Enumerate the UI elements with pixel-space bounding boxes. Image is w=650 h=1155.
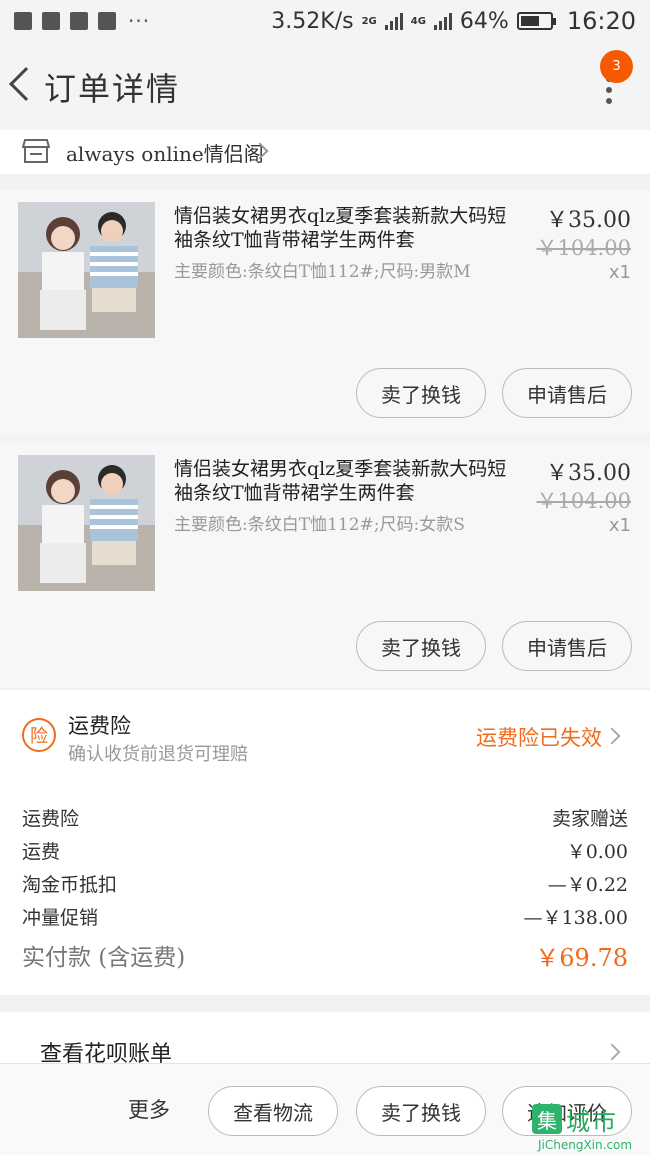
product-price: ￥35.00 xyxy=(546,208,631,233)
battery-percent: 64% xyxy=(459,8,509,34)
product-price: ￥35.00 xyxy=(546,461,631,486)
chevron-right-icon xyxy=(603,1043,621,1061)
clock: 16:20 xyxy=(566,7,636,35)
sell-button[interactable]: 卖了换钱 xyxy=(356,368,486,418)
shop-link[interactable]: always online情侣阁 xyxy=(0,130,650,174)
order-item[interactable]: 情侣装女裙男衣qlz夏季套装新款大码短袖条纹T恤背带裙学生两件套 主要颜色:条纹… xyxy=(0,443,650,688)
message-count-badge: 3 xyxy=(600,50,633,83)
summary-label: 淘金币抵扣 xyxy=(22,874,118,896)
watermark-url: JiChengXin.com xyxy=(538,1138,633,1152)
summary-row: 运费险 卖家赠送 xyxy=(22,804,628,836)
quantity: x1 xyxy=(608,262,631,283)
site-watermark: 集 城市 JiChengXin.com xyxy=(530,1104,648,1154)
watermark-text: 城市 xyxy=(566,1108,618,1136)
app-notification-icon xyxy=(70,12,88,30)
order-item[interactable]: 情侣装女裙男衣qlz夏季套装新款大码短袖条纹T恤背带裙学生两件套 主要颜色:条纹… xyxy=(0,190,650,435)
total-paid-row: 实付款 (含运费) ￥69.78 xyxy=(22,938,628,972)
original-price: ￥104.00 xyxy=(536,236,631,260)
original-price: ￥104.00 xyxy=(536,489,631,513)
network-2g-label: 2G xyxy=(361,15,377,27)
price-summary: 运费险 卖家赠送 运费 ￥0.00 淘金币抵扣 —￥0.22 冲量促销 —￥13… xyxy=(0,780,650,995)
network-speed: 3.52K/s xyxy=(271,8,354,34)
product-spec: 主要颜色:条纹白T恤112#;尺码:男款M xyxy=(174,262,471,282)
product-image xyxy=(18,202,155,338)
summary-row: 淘金币抵扣 —￥0.22 xyxy=(22,870,628,902)
store-icon xyxy=(21,138,51,164)
shop-name: always online情侣阁 xyxy=(66,142,264,166)
network-4g-label: 4G xyxy=(410,15,426,27)
total-paid-label: 实付款 (含运费) xyxy=(22,945,186,971)
summary-row: 冲量促销 —￥138.00 xyxy=(22,903,628,935)
watermark-logo-icon: 集 xyxy=(532,1104,562,1134)
more-button[interactable]: 更多 xyxy=(128,1094,170,1124)
insurance-status: 运费险已失效 xyxy=(476,726,602,750)
back-arrow-icon[interactable] xyxy=(9,67,43,101)
product-image xyxy=(18,455,155,591)
signal-bars-icon xyxy=(433,12,452,30)
notification-icons: ··· xyxy=(14,9,150,33)
app-notification-icon xyxy=(42,12,60,30)
app-notification-icon xyxy=(98,12,116,30)
signal-bars-icon xyxy=(384,12,403,30)
chevron-right-icon xyxy=(603,727,621,745)
image-notification-icon xyxy=(14,12,32,30)
more-notifications-icon: ··· xyxy=(128,9,151,33)
summary-label: 运费险 xyxy=(22,808,80,830)
total-paid-value: ￥69.78 xyxy=(535,944,628,972)
summary-label: 运费 xyxy=(22,841,61,863)
insurance-icon: 险 xyxy=(22,718,56,752)
product-title: 情侣装女裙男衣qlz夏季套装新款大码短袖条纹T恤背带裙学生两件套 xyxy=(174,458,507,504)
sell-button[interactable]: 卖了换钱 xyxy=(356,1086,486,1136)
product-title: 情侣装女裙男衣qlz夏季套装新款大码短袖条纹T恤背带裙学生两件套 xyxy=(174,205,507,251)
top-nav-bar: 订单详情 3 xyxy=(0,42,650,130)
page-title: 订单详情 xyxy=(44,70,181,108)
summary-value: —￥0.22 xyxy=(547,874,628,896)
summary-value: —￥138.00 xyxy=(523,907,628,929)
product-spec: 主要颜色:条纹白T恤112#;尺码:女款S xyxy=(174,515,465,535)
sell-button[interactable]: 卖了换钱 xyxy=(356,621,486,671)
view-logistics-button[interactable]: 查看物流 xyxy=(208,1086,338,1136)
shipping-insurance-row[interactable]: 险 运费险 确认收货前退货可理赔 运费险已失效 xyxy=(0,690,650,780)
summary-value: 卖家赠送 xyxy=(551,808,628,830)
insurance-subtitle: 确认收货前退货可理赔 xyxy=(68,744,248,765)
insurance-title: 运费险 xyxy=(68,714,131,738)
quantity: x1 xyxy=(608,515,631,536)
after-sale-button[interactable]: 申请售后 xyxy=(502,368,632,418)
summary-row: 运费 ￥0.00 xyxy=(22,837,628,869)
status-bar: ··· 3.52K/s 2G 4G 64% 16:20 xyxy=(0,0,650,42)
battery-icon xyxy=(516,12,556,30)
after-sale-button[interactable]: 申请售后 xyxy=(502,621,632,671)
summary-value: ￥0.00 xyxy=(566,841,628,863)
summary-label: 冲量促销 xyxy=(22,907,99,929)
